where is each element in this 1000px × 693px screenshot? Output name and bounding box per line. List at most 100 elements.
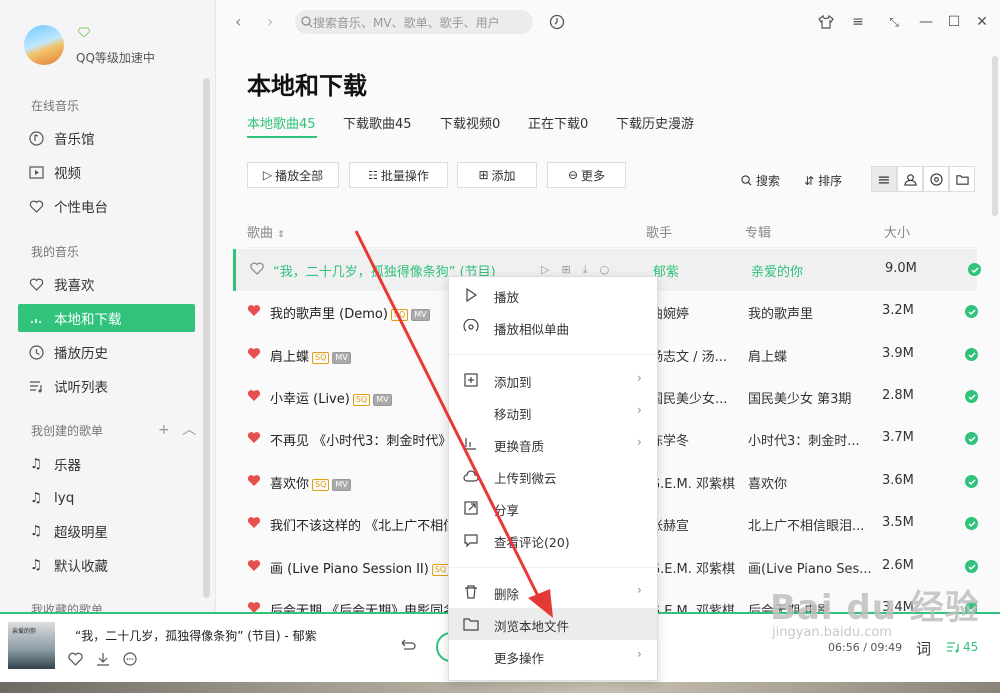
heart-filled-icon[interactable]	[247, 304, 261, 317]
heart-filled-icon[interactable]	[247, 347, 261, 360]
heart-outline-icon[interactable]	[250, 262, 264, 275]
column-header-artist[interactable]: 歌手	[646, 222, 672, 241]
song-album[interactable]: 画(Live Piano Ses...	[748, 558, 872, 577]
song-artist[interactable]: G.E.M. 邓紫棋	[650, 558, 735, 577]
menu-item-more-actions[interactable]: 更多操作 ›	[449, 640, 657, 672]
heart-filled-icon[interactable]	[247, 601, 261, 612]
download-icon[interactable]	[95, 652, 111, 666]
search-input[interactable]: 搜索音乐、MV、歌单、歌手、用户	[295, 10, 533, 34]
menu-item-share[interactable]: 分享	[449, 492, 657, 524]
play-all-button[interactable]: ▷ 播放全部	[247, 162, 339, 188]
menu-item-delete[interactable]: 删除 ›	[449, 576, 657, 608]
sidebar-item-playlist[interactable]: ♫ lyq	[18, 484, 195, 512]
menu-item-upload-cloud[interactable]: 上传到微云	[449, 460, 657, 492]
song-artist[interactable]: G.E.M. 邓紫棋	[650, 473, 735, 492]
menu-item-play[interactable]: 播放	[449, 279, 657, 311]
view-folder-button[interactable]	[949, 166, 975, 192]
maximize-icon[interactable]: ☐	[945, 13, 963, 31]
sidebar-item-playlist[interactable]: ♫ 默认收藏	[18, 551, 195, 579]
loop-icon[interactable]	[398, 638, 418, 654]
tab-local-songs[interactable]: 本地歌曲45	[247, 113, 316, 132]
view-list-button[interactable]: ≡	[871, 166, 897, 192]
sidebar-item-playlist[interactable]: ♫ 乐器	[18, 450, 195, 478]
tab-downloaded-videos[interactable]: 下载视频0	[440, 113, 500, 132]
add-button[interactable]: ⊞ 添加	[457, 162, 537, 188]
now-playing-title[interactable]: “我，二十几岁，孤独得像条狗” (节目) - 郁紫	[75, 627, 345, 644]
search-list-button[interactable]: 搜索	[741, 172, 780, 189]
diamond-icon[interactable]	[78, 27, 90, 37]
lyrics-button[interactable]: 词	[916, 638, 931, 659]
song-artist[interactable]: G.E.M. 邓紫棋	[650, 600, 735, 612]
more-options-icon[interactable]	[123, 652, 137, 666]
song-album[interactable]: 小时代3：刺金时...	[748, 430, 860, 449]
chevron-up-icon[interactable]: ︿	[182, 422, 196, 438]
batch-label: 批量操作	[380, 168, 429, 183]
column-header-song[interactable]: 歌曲 ⇕	[247, 222, 285, 241]
listen-history-icon[interactable]	[549, 14, 565, 30]
song-album[interactable]: 喜欢你	[748, 473, 787, 492]
skin-icon[interactable]	[817, 13, 835, 31]
play-queue-button[interactable]: 45	[946, 640, 978, 654]
menu-item-add-to[interactable]: 添加到 ›	[449, 364, 657, 396]
forward-arrow-icon[interactable]: ›	[267, 12, 273, 31]
column-header-album[interactable]: 专辑	[745, 222, 771, 241]
sidebar-item-favorites[interactable]: 我喜欢	[18, 270, 195, 298]
back-arrow-icon[interactable]: ‹	[235, 12, 241, 31]
tab-downloaded-songs[interactable]: 下载歌曲45	[343, 113, 412, 132]
menu-icon[interactable]: ≡	[849, 13, 867, 31]
song-artist[interactable]: 杨志文 / 汤...	[650, 346, 727, 365]
menu-item-change-quality[interactable]: 更换音质 ›	[449, 428, 657, 460]
add-icon[interactable]: ⊞	[561, 263, 570, 277]
tab-downloading[interactable]: 正在下载0	[528, 113, 588, 132]
sidebar-item-video[interactable]: 视频	[18, 158, 195, 186]
sidebar-scrollbar[interactable]	[203, 78, 210, 598]
sidebar-item-local-download[interactable]: 本地和下载	[18, 304, 195, 332]
play-icon[interactable]: ▷	[541, 263, 549, 277]
more-button[interactable]: ⊖ 更多	[547, 162, 626, 188]
song-album[interactable]: 北上广不相信眼泪...	[748, 515, 864, 534]
song-album[interactable]: 肩上蝶	[748, 346, 787, 365]
song-artist[interactable]: 国民美少女...	[650, 388, 727, 407]
sidebar-item-history[interactable]: 播放历史	[18, 338, 195, 366]
heart-filled-icon[interactable]	[247, 516, 261, 529]
more-icon[interactable]: ○	[600, 263, 610, 277]
mv-badge[interactable]: MV	[332, 478, 351, 491]
mv-badge[interactable]: MV	[373, 393, 392, 406]
sidebar-item-radio[interactable]: 个性电台	[18, 192, 195, 220]
profile[interactable]: QQ等级加速中	[24, 25, 155, 65]
heart-filled-icon[interactable]	[247, 389, 261, 402]
song-album[interactable]: 我的歌声里	[748, 303, 813, 322]
download-icon[interactable]: ⤓	[583, 263, 588, 277]
view-artist-button[interactable]	[897, 166, 923, 192]
album-cover[interactable]: 亲爱的你	[8, 622, 55, 669]
menu-item-move-to[interactable]: 移动到 ›	[449, 396, 657, 428]
avatar[interactable]	[24, 25, 64, 65]
view-album-button[interactable]	[923, 166, 949, 192]
sort-button[interactable]: ⇵ 排序	[804, 172, 842, 189]
close-icon[interactable]: ✕	[973, 13, 991, 31]
heart-filled-icon[interactable]	[247, 559, 261, 572]
chevron-right-icon: ›	[637, 583, 642, 597]
heart-outline-icon[interactable]	[68, 652, 83, 666]
main-scrollbar[interactable]	[992, 56, 998, 216]
song-album[interactable]: 亲爱的你	[751, 261, 803, 280]
mini-mode-icon[interactable]: ⤡	[885, 13, 903, 31]
heart-filled-icon[interactable]	[247, 431, 261, 444]
menu-item-comments[interactable]: 查看评论(20)	[449, 524, 657, 556]
heart-filled-icon[interactable]	[247, 474, 261, 487]
mv-badge[interactable]: MV	[332, 351, 351, 364]
menu-item-play-similar[interactable]: 播放相似单曲	[449, 311, 657, 343]
chevron-right-icon: ›	[637, 371, 642, 385]
mv-badge[interactable]: MV	[411, 308, 430, 321]
plus-icon[interactable]: +	[158, 422, 170, 438]
sidebar-item-playlist[interactable]: ♫ 超级明星	[18, 517, 195, 545]
sidebar-item-trial-list[interactable]: 试听列表	[18, 372, 195, 400]
minimize-icon[interactable]: —	[917, 13, 935, 31]
sidebar-item-music-hall[interactable]: 音乐馆	[18, 124, 195, 152]
column-header-size[interactable]: 大小	[884, 222, 910, 241]
batch-operation-button[interactable]: ☷ 批量操作	[349, 162, 448, 188]
playlist-actions[interactable]: + ︿	[158, 419, 196, 439]
tab-download-history[interactable]: 下载历史漫游	[616, 113, 694, 132]
song-album[interactable]: 国民美少女 第3期	[748, 388, 851, 407]
menu-item-browse-local[interactable]: 浏览本地文件	[449, 608, 657, 640]
